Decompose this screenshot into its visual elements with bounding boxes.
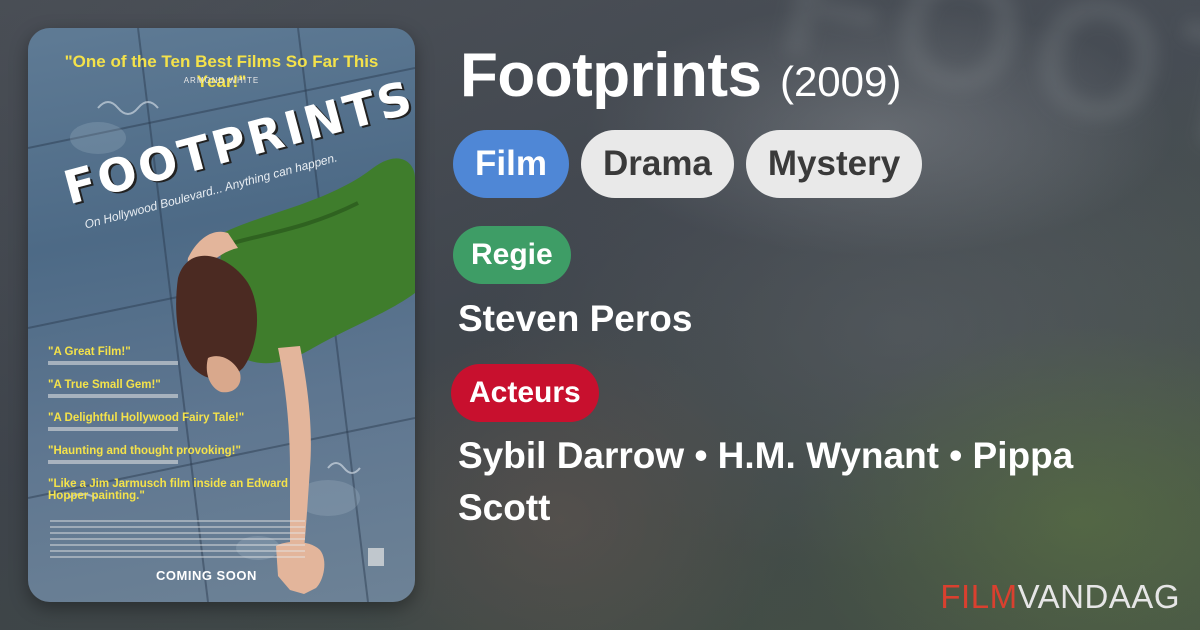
- poster-quote: "A True Small Gem!": [48, 379, 161, 391]
- genre-pill-drama[interactable]: Drama: [580, 130, 734, 198]
- logo-part-vandaag: VANDAAG: [1017, 578, 1180, 615]
- film-title-row: Footprints (2009): [460, 40, 901, 111]
- filmvandaag-logo[interactable]: FILMVANDAAG: [940, 578, 1180, 616]
- regie-label: Regie: [453, 226, 571, 284]
- poster-quote: "Like a Jim Jarmusch film inside an Edwa…: [48, 478, 289, 502]
- director-name[interactable]: Steven Peros: [458, 293, 692, 345]
- actors-list[interactable]: Sybil Darrow • H.M. Wynant • Pippa Scott: [458, 430, 1158, 534]
- film-title: Footprints: [460, 41, 762, 110]
- type-pill-film[interactable]: Film: [453, 130, 569, 198]
- genre-pills: Film Drama Mystery: [453, 130, 923, 198]
- poster-quote: "Haunting and thought provoking!": [48, 445, 241, 457]
- movie-poster[interactable]: "One of the Ten Best Films So Far This Y…: [28, 28, 415, 602]
- logo-part-film: FILM: [940, 578, 1018, 615]
- poster-coming-soon: COMING SOON: [156, 568, 257, 583]
- poster-credits-block: [50, 520, 305, 562]
- poster-quote: "A Great Film!": [48, 346, 131, 358]
- poster-quote-source: [48, 427, 178, 431]
- poster-quote-source: [48, 460, 178, 464]
- poster-quote: "A Delightful Hollywood Fairy Tale!": [48, 412, 245, 424]
- genre-pill-mystery[interactable]: Mystery: [745, 130, 923, 198]
- film-year: (2009): [779, 58, 902, 105]
- acteurs-label: Acteurs: [451, 364, 599, 422]
- poster-review-quotes: "A Great Film!" "A True Small Gem!" "A D…: [48, 346, 318, 505]
- poster-quote-source: [48, 394, 178, 398]
- poster-quote-source: [48, 361, 178, 365]
